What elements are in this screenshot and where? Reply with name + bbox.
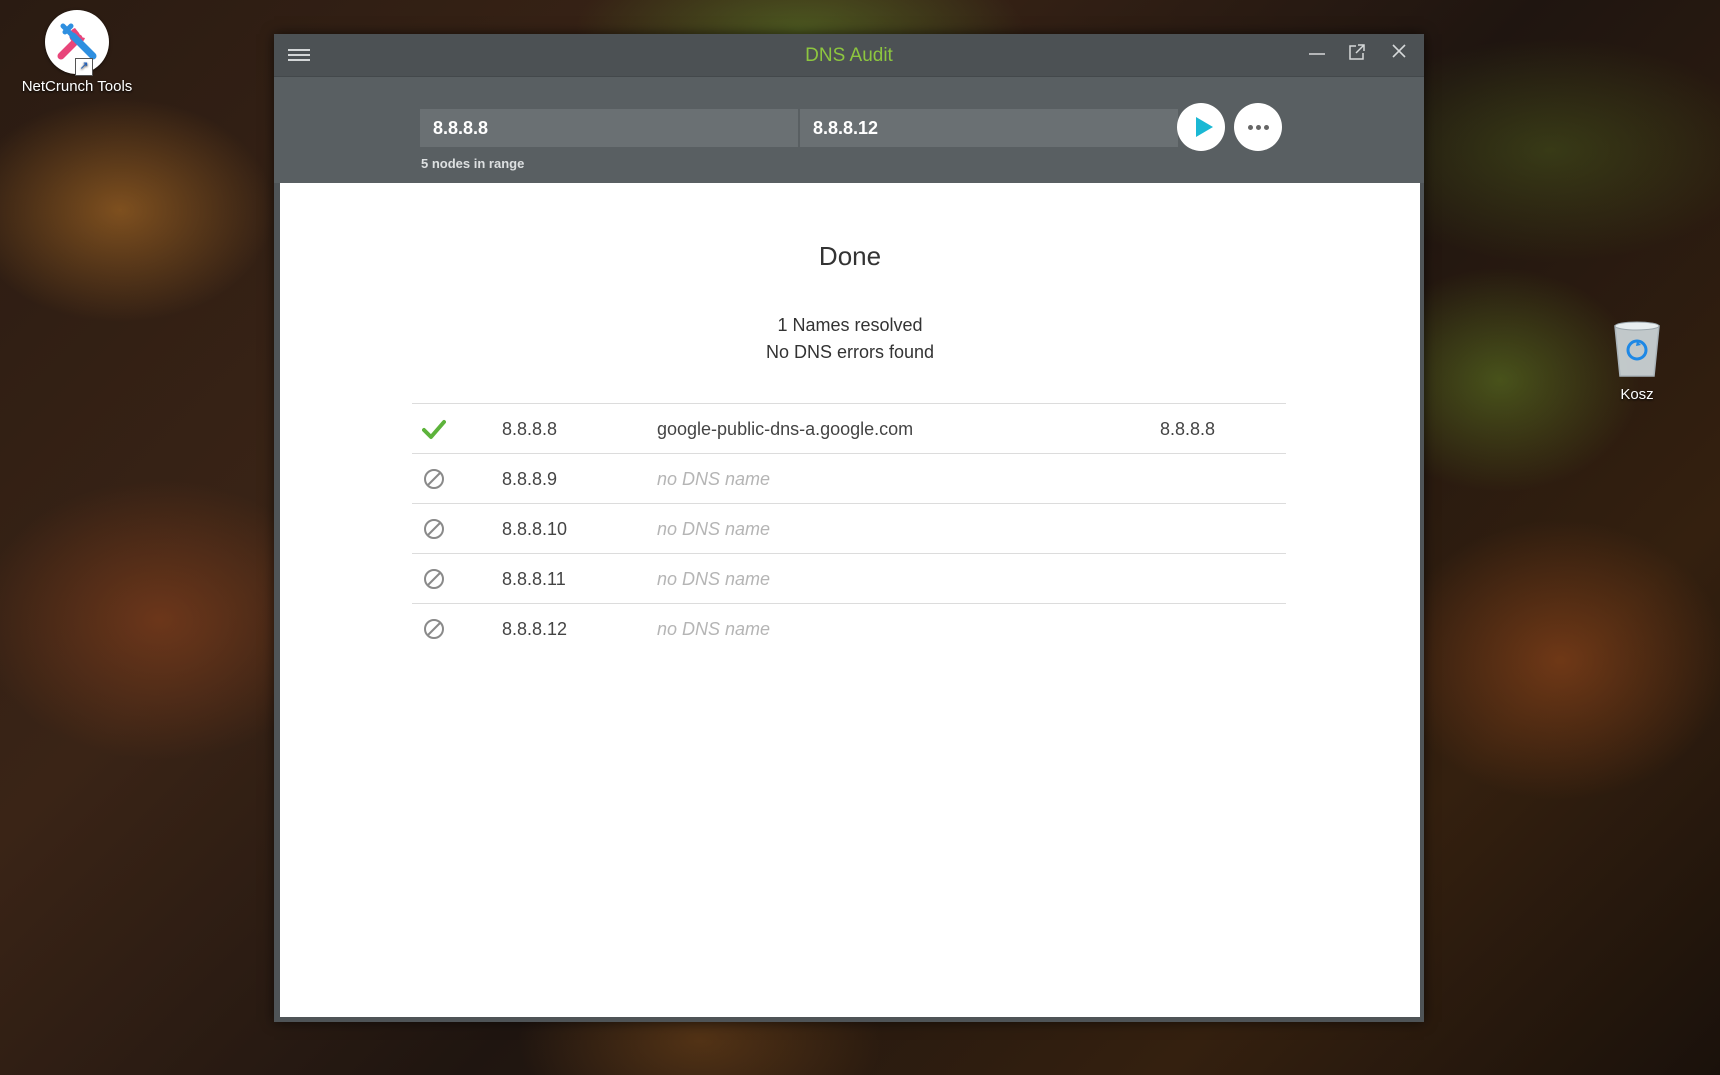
desktop-icon-netcrunch-tools[interactable]: ↗ NetCrunch Tools xyxy=(12,10,142,95)
range-end-input[interactable] xyxy=(800,109,1178,147)
row-dns-name: no DNS name xyxy=(657,519,771,539)
range-start-input[interactable] xyxy=(420,109,798,147)
names-resolved-text: 1 Names resolved xyxy=(777,315,923,335)
table-row[interactable]: 8.8.8.8 google-public-dns-a.google.com 8… xyxy=(412,403,1286,453)
results-panel: Done 1 Names resolved No DNS errors foun… xyxy=(280,183,1420,1017)
row-ip: 8.8.8.8 xyxy=(502,419,558,439)
results-list: 8.8.8.8 google-public-dns-a.google.com 8… xyxy=(412,403,1286,653)
table-row[interactable]: 8.8.8.11 no DNS name xyxy=(412,553,1286,603)
row-ip: 8.8.8.9 xyxy=(502,469,558,489)
no-entry-icon xyxy=(424,619,444,639)
shortcut-arrow-icon: ↗ xyxy=(75,58,93,76)
no-entry-icon xyxy=(424,469,444,489)
desktop-icon-label: NetCrunch Tools xyxy=(21,78,133,95)
title-bar: DNS Audit xyxy=(274,34,1424,77)
table-row[interactable]: 8.8.8.12 no DNS name xyxy=(412,603,1286,653)
dns-audit-window: DNS Audit 5 nodes in range Done 1 Names … xyxy=(274,34,1424,1022)
table-row[interactable]: 8.8.8.9 no DNS name xyxy=(412,453,1286,503)
no-entry-icon xyxy=(424,519,444,539)
start-audit-button[interactable] xyxy=(1177,103,1225,151)
dns-errors-text: No DNS errors found xyxy=(765,342,935,362)
row-dns-name: no DNS name xyxy=(657,569,771,589)
range-count-note: 5 nodes in range xyxy=(421,156,525,171)
row-dns-name: no DNS name xyxy=(657,469,771,489)
row-ip: 8.8.8.12 xyxy=(502,619,568,639)
more-options-button[interactable] xyxy=(1234,103,1282,151)
row-ip: 8.8.8.10 xyxy=(502,519,568,539)
audit-status: Done xyxy=(818,241,882,271)
row-resolved-ip: 8.8.8.8 xyxy=(1160,419,1216,439)
check-icon xyxy=(422,420,446,439)
table-row[interactable]: 8.8.8.10 no DNS name xyxy=(412,503,1286,553)
recycle-bin-icon xyxy=(1607,318,1667,380)
desktop-icon-label: Kosz xyxy=(1620,386,1654,403)
play-icon xyxy=(1196,117,1213,137)
row-dns-name: no DNS name xyxy=(657,619,771,639)
window-title: DNS Audit xyxy=(805,45,893,66)
desktop-icon-recycle-bin[interactable]: Kosz xyxy=(1572,318,1702,403)
no-entry-icon xyxy=(424,569,444,589)
row-dns-name: google-public-dns-a.google.com xyxy=(657,419,914,439)
ellipsis-icon xyxy=(1248,125,1253,130)
audit-summary: 1 Names resolved No DNS errors found xyxy=(280,312,1420,366)
row-ip: 8.8.8.11 xyxy=(502,569,566,589)
close-icon[interactable] xyxy=(1386,42,1412,66)
open-external-icon[interactable] xyxy=(1344,42,1370,66)
netcrunch-tools-icon: ↗ xyxy=(45,10,109,76)
minimize-icon[interactable] xyxy=(1304,42,1330,66)
